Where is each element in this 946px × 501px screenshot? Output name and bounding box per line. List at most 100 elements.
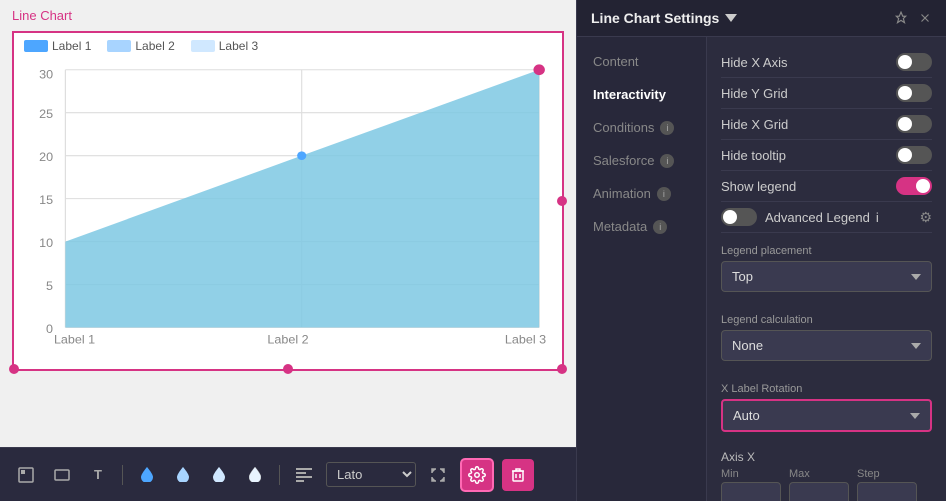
sidebar-item-conditions[interactable]: Conditions i	[577, 111, 706, 144]
legend-calculation-wrapper: None Sum Average Min Max	[721, 330, 932, 371]
panel-body: Content Interactivity Conditions i Sales…	[577, 37, 946, 501]
hide-x-axis-label: Hide X Axis	[721, 55, 787, 70]
axis-x-step-input[interactable]	[857, 482, 917, 501]
chart-border[interactable]: Label 1 Label 2 Label 3 0 5 10 15 20	[12, 31, 564, 371]
resize-bottom-left[interactable]	[9, 364, 19, 374]
interactivity-label: Interactivity	[593, 87, 666, 102]
hide-y-grid-toggle[interactable]	[896, 84, 932, 102]
legend-calculation-label: Legend calculation	[721, 314, 932, 326]
drop-icon-3[interactable]	[205, 461, 233, 489]
animation-label: Animation	[593, 186, 651, 201]
advanced-legend-gear-icon[interactable]: ⚙	[919, 209, 932, 226]
advanced-legend-info-icon: i	[876, 210, 879, 225]
metadata-info-icon: i	[653, 220, 667, 234]
panel-header-icons	[894, 11, 932, 25]
show-legend-label: Show legend	[721, 179, 796, 194]
hide-tooltip-toggle[interactable]	[896, 146, 932, 164]
salesforce-info-icon: i	[660, 154, 674, 168]
legend-label-1: Label 1	[52, 39, 91, 53]
x-label-rotation-label: X Label Rotation	[721, 383, 932, 395]
pin-icon[interactable]	[894, 11, 908, 25]
chart-container: Label 1 Label 2 Label 3 0 5 10 15 20	[0, 27, 576, 447]
type-icon[interactable]: T	[84, 461, 112, 489]
toggle-advanced-legend: Advanced Legend i ⚙	[721, 202, 932, 233]
toggle-hide-y-grid: Hide Y Grid	[721, 78, 932, 109]
advanced-legend-label: Advanced Legend i	[765, 210, 879, 225]
toggle-hide-x-grid: Hide X Grid	[721, 109, 932, 140]
panel-nav: Content Interactivity Conditions i Sales…	[577, 37, 707, 501]
bottom-toolbar: T Lato Arial Helvetica	[0, 447, 576, 501]
content-label: Content	[593, 54, 639, 69]
align-icon[interactable]	[290, 461, 318, 489]
axis-x-min-col: Min	[721, 468, 781, 501]
expand-icon[interactable]	[424, 461, 452, 489]
hide-x-axis-toggle[interactable]	[896, 53, 932, 71]
panel-header: Line Chart Settings	[577, 0, 946, 37]
legend-placement-select[interactable]: Top Bottom Left Right	[721, 261, 932, 292]
text-tool-icon[interactable]	[48, 461, 76, 489]
axis-x-min-input[interactable]	[721, 482, 781, 501]
close-icon[interactable]	[918, 11, 932, 25]
axis-x-title: Axis X	[721, 450, 932, 464]
legend-item-1: Label 1	[24, 39, 91, 53]
svg-text:Label 3: Label 3	[505, 333, 546, 347]
legend-label-2: Label 2	[135, 39, 174, 53]
legend-item-2: Label 2	[107, 39, 174, 53]
delete-button[interactable]	[502, 459, 534, 491]
legend-placement-wrapper: Top Bottom Left Right	[721, 261, 932, 302]
resize-bottom-right[interactable]	[557, 364, 567, 374]
panel-title-chevron	[725, 14, 737, 22]
line-chart-svg: 0 5 10 15 20 25 30	[14, 59, 562, 349]
hide-x-grid-toggle[interactable]	[896, 115, 932, 133]
axis-x-max-col: Max	[789, 468, 849, 501]
resize-bottom[interactable]	[283, 364, 293, 374]
axis-x-section: Axis X Min Max Step	[721, 450, 932, 501]
legend-swatch-3	[191, 40, 215, 52]
advanced-legend-row: Advanced Legend i	[721, 208, 879, 226]
legend-swatch-1	[24, 40, 48, 52]
axis-x-step-label: Step	[857, 468, 917, 480]
axis-x-max-input[interactable]	[789, 482, 849, 501]
toggle-hide-x-axis: Hide X Axis	[721, 47, 932, 78]
legend-swatch-2	[107, 40, 131, 52]
hide-y-grid-label: Hide Y Grid	[721, 86, 788, 101]
x-label-rotation-select[interactable]: Auto 0° 30° 45° 60° 90°	[721, 399, 932, 432]
sidebar-item-metadata[interactable]: Metadata i	[577, 210, 706, 243]
svg-text:20: 20	[39, 150, 53, 164]
font-select[interactable]: Lato Arial Helvetica	[326, 462, 416, 487]
svg-text:10: 10	[39, 236, 53, 250]
svg-text:Label 1: Label 1	[54, 333, 95, 347]
resize-right[interactable]	[557, 196, 567, 206]
chart-title: Line Chart	[0, 0, 576, 27]
sidebar-item-interactivity[interactable]: Interactivity	[577, 78, 706, 111]
panel-title-text: Line Chart Settings	[591, 10, 719, 26]
toggle-show-legend: Show legend	[721, 171, 932, 202]
advanced-legend-toggle[interactable]	[721, 208, 757, 226]
legend-placement-label: Legend placement	[721, 245, 932, 257]
show-legend-toggle[interactable]	[896, 177, 932, 195]
drop-icon-2[interactable]	[169, 461, 197, 489]
x-label-rotation-wrapper: Auto 0° 30° 45° 60° 90°	[721, 399, 932, 442]
gear-button[interactable]	[460, 458, 494, 492]
toggle-hide-tooltip: Hide tooltip	[721, 140, 932, 171]
sidebar-item-salesforce[interactable]: Salesforce i	[577, 144, 706, 177]
settings-panel: Line Chart Settings Content Interactivit…	[576, 0, 946, 501]
toolbar-divider-2	[279, 465, 280, 485]
legend-item-3: Label 3	[191, 39, 258, 53]
axis-x-min-label: Min	[721, 468, 781, 480]
drop-icon-4[interactable]	[241, 461, 269, 489]
sidebar-item-animation[interactable]: Animation i	[577, 177, 706, 210]
drop-icon-1[interactable]	[133, 461, 161, 489]
salesforce-label: Salesforce	[593, 153, 654, 168]
select-tool-icon[interactable]	[12, 461, 40, 489]
svg-text:15: 15	[39, 193, 53, 207]
toolbar-divider-1	[122, 465, 123, 485]
svg-text:5: 5	[46, 279, 53, 293]
animation-info-icon: i	[657, 187, 671, 201]
conditions-info-icon: i	[660, 121, 674, 135]
legend-calculation-select[interactable]: None Sum Average Min Max	[721, 330, 932, 361]
sidebar-item-content[interactable]: Content	[577, 45, 706, 78]
axis-x-step-col: Step	[857, 468, 917, 501]
metadata-label: Metadata	[593, 219, 647, 234]
chart-legend: Label 1 Label 2 Label 3	[14, 33, 562, 59]
